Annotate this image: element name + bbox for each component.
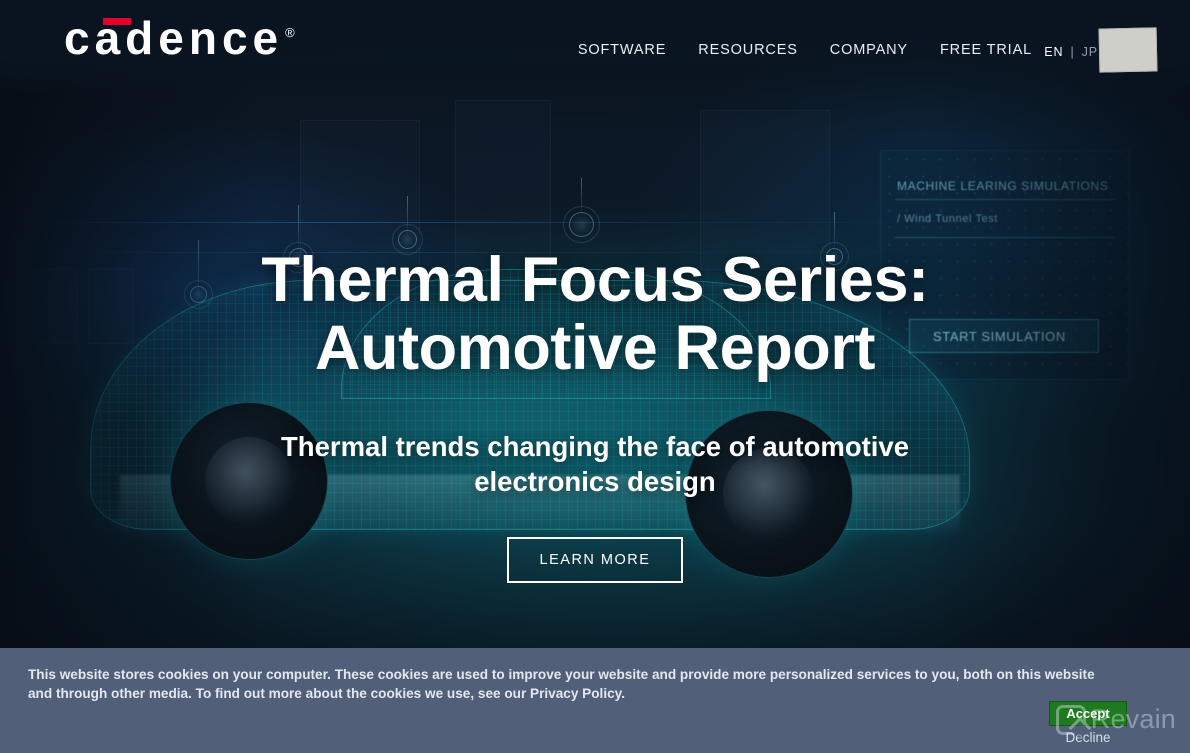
accept-cookies-button[interactable]: Accept [1049,701,1127,726]
primary-navigation: SOFTWARE RESOURCES COMPANY FREE TRIAL [578,42,1098,58]
hud-marker-icon [563,206,600,243]
hero-title-line-1: Thermal Focus Series: [261,245,929,315]
simulation-heading-text: MACHINE LEARING SIMULATIONS [897,179,1109,193]
simulation-divider [895,199,1115,200]
nav-item-software[interactable]: SOFTWARE [578,42,666,58]
cookie-message: This website stores cookies on your comp… [28,665,1118,704]
logo-registered-icon: ® [285,25,295,40]
nav-item-free-trial[interactable]: FREE TRIAL [940,42,1032,58]
language-option-en[interactable]: EN [1044,45,1063,59]
language-separator: | [1070,45,1075,59]
cookie-consent-banner: This website stores cookies on your comp… [0,648,1190,753]
search-icon[interactable] [1098,27,1158,73]
simulation-divider [895,237,1115,238]
site-header: cadence ® SOFTWARE RESOURCES COMPANY FRE… [0,0,1190,96]
logo-wordmark: cadence [64,12,284,64]
page-root: MACHINE LEARING SIMULATIONS / Wind Tunne… [0,0,1190,753]
nav-item-company[interactable]: COMPANY [830,42,908,58]
privacy-policy-link[interactable]: Privacy Policy [530,686,621,701]
cookie-actions: Accept Decline [1034,701,1142,745]
hero-title-line-2: Automotive Report [314,313,876,384]
cookie-message-part2: . [621,686,625,702]
nav-item-resources[interactable]: RESOURCES [698,42,798,58]
simulation-subheading-text: / Wind Tunnel Test [897,213,999,225]
language-switcher: EN | JP [1044,45,1098,59]
hero-subtitle: Thermal trends changing the face of auto… [280,431,909,497]
page-title: Thermal Focus Series: Automotive Report [0,246,1190,382]
language-option-jp[interactable]: JP [1082,45,1098,59]
learn-more-button[interactable]: LEARN MORE [506,537,684,584]
decline-cookies-button[interactable]: Decline [1034,730,1142,745]
logo-red-macron-accent [103,18,131,25]
cadence-logo[interactable]: cadence ® [64,15,295,61]
hero-content: Thermal Focus Series: Automotive Report … [0,246,1190,584]
